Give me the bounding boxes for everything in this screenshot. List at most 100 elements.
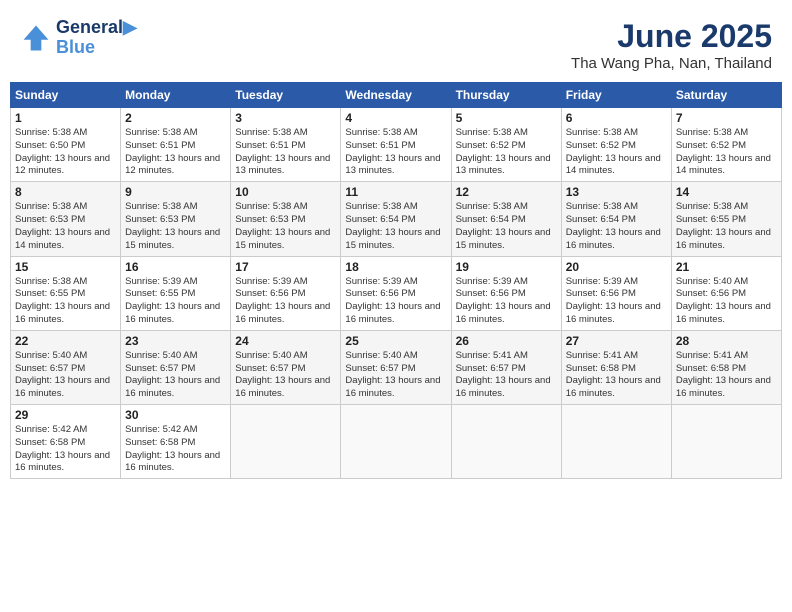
- calendar-cell: 11 Sunrise: 5:38 AM Sunset: 6:54 PM Dayli…: [341, 182, 451, 256]
- day-number: 4: [345, 111, 446, 125]
- calendar-week-row: 22 Sunrise: 5:40 AM Sunset: 6:57 PM Dayli…: [11, 330, 782, 404]
- title-block: June 2025 Tha Wang Pha, Nan, Thailand: [571, 18, 772, 72]
- calendar-cell: 8Sunrise: 5:38 AM Sunset: 6:53 PM Daylig…: [11, 182, 121, 256]
- calendar-cell: 14 Sunrise: 5:38 AM Sunset: 6:55 PM Dayli…: [671, 182, 781, 256]
- page-header: General▶ Blue June 2025 Tha Wang Pha, Na…: [10, 10, 782, 76]
- day-number: 16: [125, 260, 226, 274]
- day-number: 5: [456, 111, 557, 125]
- calendar-cell: 2 Sunrise: 5:38 AM Sunset: 6:51 PM Daylig…: [121, 108, 231, 182]
- calendar-cell: 19 Sunrise: 5:39 AM Sunset: 6:56 PM Dayli…: [451, 256, 561, 330]
- calendar-week-row: 15Sunrise: 5:38 AM Sunset: 6:55 PM Dayli…: [11, 256, 782, 330]
- cell-details: Sunrise: 5:39 AM Sunset: 6:56 PM Dayligh…: [235, 276, 336, 327]
- cell-details: Sunrise: 5:39 AM Sunset: 6:56 PM Dayligh…: [456, 276, 557, 327]
- calendar-cell: 6 Sunrise: 5:38 AM Sunset: 6:52 PM Daylig…: [561, 108, 671, 182]
- calendar-cell: 30 Sunrise: 5:42 AM Sunset: 6:58 PM Dayli…: [121, 405, 231, 479]
- cell-details: Sunrise: 5:38 AM Sunset: 6:51 PM Dayligh…: [235, 127, 336, 178]
- logo: General▶ Blue: [20, 18, 137, 58]
- calendar-cell: 3 Sunrise: 5:38 AM Sunset: 6:51 PM Daylig…: [231, 108, 341, 182]
- cell-details: Sunrise: 5:42 AM Sunset: 6:58 PM Dayligh…: [125, 424, 226, 475]
- cell-details: Sunrise: 5:39 AM Sunset: 6:56 PM Dayligh…: [345, 276, 446, 327]
- cell-details: Sunrise: 5:38 AM Sunset: 6:52 PM Dayligh…: [456, 127, 557, 178]
- calendar-header-sunday: Sunday: [11, 83, 121, 108]
- day-number: 30: [125, 408, 226, 422]
- calendar-cell: 26Sunrise: 5:41 AM Sunset: 6:57 PM Dayli…: [451, 330, 561, 404]
- cell-details: Sunrise: 5:38 AM Sunset: 6:53 PM Dayligh…: [125, 201, 226, 252]
- calendar-cell: 29Sunrise: 5:42 AM Sunset: 6:58 PM Dayli…: [11, 405, 121, 479]
- day-number: 18: [345, 260, 446, 274]
- cell-details: Sunrise: 5:38 AM Sunset: 6:54 PM Dayligh…: [456, 201, 557, 252]
- calendar-header-tuesday: Tuesday: [231, 83, 341, 108]
- calendar-week-row: 8 Sunrise: 5:38 AM Sunset: 6:53 PM Daylig…: [11, 182, 782, 256]
- calendar-cell: 15Sunrise: 5:38 AM Sunset: 6:55 PM Dayli…: [11, 256, 121, 330]
- cell-details: Sunrise: 5:39 AM Sunset: 6:55 PM Dayligh…: [125, 276, 226, 327]
- day-number: 19: [456, 260, 557, 274]
- calendar-cell: 21 Sunrise: 5:40 AM Sunset: 6:56 PM Dayli…: [671, 256, 781, 330]
- day-number: 23: [125, 334, 226, 348]
- calendar-cell: [231, 405, 341, 479]
- calendar-header-monday: Monday: [121, 83, 231, 108]
- day-number: 14: [676, 185, 777, 199]
- cell-details: Sunrise: 5:38 AM Sunset: 6:54 PM Dayligh…: [345, 201, 446, 252]
- calendar-cell: [671, 405, 781, 479]
- calendar-table: SundayMondayTuesdayWednesdayThursdayFrid…: [10, 82, 782, 479]
- calendar-cell: [341, 405, 451, 479]
- day-number: 8: [15, 185, 116, 199]
- calendar-header-row: SundayMondayTuesdayWednesdayThursdayFrid…: [11, 83, 782, 108]
- cell-details: Sunrise: 5:38 AM Sunset: 6:55 PM Dayligh…: [676, 201, 777, 252]
- day-number: 13: [566, 185, 667, 199]
- day-number: 2: [125, 111, 226, 125]
- calendar-cell: 9Sunrise: 5:38 AM Sunset: 6:53 PM Daylig…: [121, 182, 231, 256]
- cell-details: Sunrise: 5:41 AM Sunset: 6:58 PM Dayligh…: [566, 350, 667, 401]
- day-number: 6: [566, 111, 667, 125]
- cell-details: Sunrise: 5:42 AM Sunset: 6:58 PM Dayligh…: [15, 424, 116, 475]
- calendar-cell: 22 Sunrise: 5:40 AM Sunset: 6:57 PM Dayli…: [11, 330, 121, 404]
- calendar-cell: 12Sunrise: 5:38 AM Sunset: 6:54 PM Dayli…: [451, 182, 561, 256]
- logo-text: General▶ Blue: [56, 18, 137, 58]
- cell-details: Sunrise: 5:38 AM Sunset: 6:54 PM Dayligh…: [566, 201, 667, 252]
- cell-details: Sunrise: 5:40 AM Sunset: 6:57 PM Dayligh…: [15, 350, 116, 401]
- cell-details: Sunrise: 5:38 AM Sunset: 6:52 PM Dayligh…: [566, 127, 667, 178]
- cell-details: Sunrise: 5:38 AM Sunset: 6:51 PM Dayligh…: [345, 127, 446, 178]
- cell-details: Sunrise: 5:38 AM Sunset: 6:53 PM Dayligh…: [235, 201, 336, 252]
- calendar-cell: [451, 405, 561, 479]
- day-number: 11: [345, 185, 446, 199]
- cell-details: Sunrise: 5:38 AM Sunset: 6:52 PM Dayligh…: [676, 127, 777, 178]
- calendar-cell: 5 Sunrise: 5:38 AM Sunset: 6:52 PM Daylig…: [451, 108, 561, 182]
- cell-details: Sunrise: 5:40 AM Sunset: 6:56 PM Dayligh…: [676, 276, 777, 327]
- calendar-week-row: 1 Sunrise: 5:38 AM Sunset: 6:50 PM Daylig…: [11, 108, 782, 182]
- day-number: 3: [235, 111, 336, 125]
- calendar-cell: 23 Sunrise: 5:40 AM Sunset: 6:57 PM Dayli…: [121, 330, 231, 404]
- calendar-cell: 4 Sunrise: 5:38 AM Sunset: 6:51 PM Daylig…: [341, 108, 451, 182]
- calendar-header-saturday: Saturday: [671, 83, 781, 108]
- day-number: 22: [15, 334, 116, 348]
- day-number: 21: [676, 260, 777, 274]
- calendar-header-wednesday: Wednesday: [341, 83, 451, 108]
- calendar-cell: 10 Sunrise: 5:38 AM Sunset: 6:53 PM Dayli…: [231, 182, 341, 256]
- cell-details: Sunrise: 5:40 AM Sunset: 6:57 PM Dayligh…: [345, 350, 446, 401]
- day-number: 20: [566, 260, 667, 274]
- day-number: 24: [235, 334, 336, 348]
- day-number: 7: [676, 111, 777, 125]
- day-number: 27: [566, 334, 667, 348]
- cell-details: Sunrise: 5:38 AM Sunset: 6:51 PM Dayligh…: [125, 127, 226, 178]
- calendar-cell: 25Sunrise: 5:40 AM Sunset: 6:57 PM Dayli…: [341, 330, 451, 404]
- calendar-cell: 27 Sunrise: 5:41 AM Sunset: 6:58 PM Dayli…: [561, 330, 671, 404]
- calendar-cell: 24 Sunrise: 5:40 AM Sunset: 6:57 PM Dayli…: [231, 330, 341, 404]
- cell-details: Sunrise: 5:40 AM Sunset: 6:57 PM Dayligh…: [235, 350, 336, 401]
- day-number: 1: [15, 111, 116, 125]
- month-title: June 2025: [571, 18, 772, 55]
- day-number: 10: [235, 185, 336, 199]
- calendar-header-friday: Friday: [561, 83, 671, 108]
- calendar-cell: 16 Sunrise: 5:39 AM Sunset: 6:55 PM Dayli…: [121, 256, 231, 330]
- calendar-cell: 7 Sunrise: 5:38 AM Sunset: 6:52 PM Daylig…: [671, 108, 781, 182]
- calendar-cell: 28Sunrise: 5:41 AM Sunset: 6:58 PM Dayli…: [671, 330, 781, 404]
- cell-details: Sunrise: 5:41 AM Sunset: 6:57 PM Dayligh…: [456, 350, 557, 401]
- calendar-cell: 13 Sunrise: 5:38 AM Sunset: 6:54 PM Dayli…: [561, 182, 671, 256]
- cell-details: Sunrise: 5:40 AM Sunset: 6:57 PM Dayligh…: [125, 350, 226, 401]
- day-number: 28: [676, 334, 777, 348]
- day-number: 15: [15, 260, 116, 274]
- cell-details: Sunrise: 5:38 AM Sunset: 6:50 PM Dayligh…: [15, 127, 116, 178]
- location-title: Tha Wang Pha, Nan, Thailand: [571, 55, 772, 72]
- calendar-cell: 1 Sunrise: 5:38 AM Sunset: 6:50 PM Daylig…: [11, 108, 121, 182]
- cell-details: Sunrise: 5:39 AM Sunset: 6:56 PM Dayligh…: [566, 276, 667, 327]
